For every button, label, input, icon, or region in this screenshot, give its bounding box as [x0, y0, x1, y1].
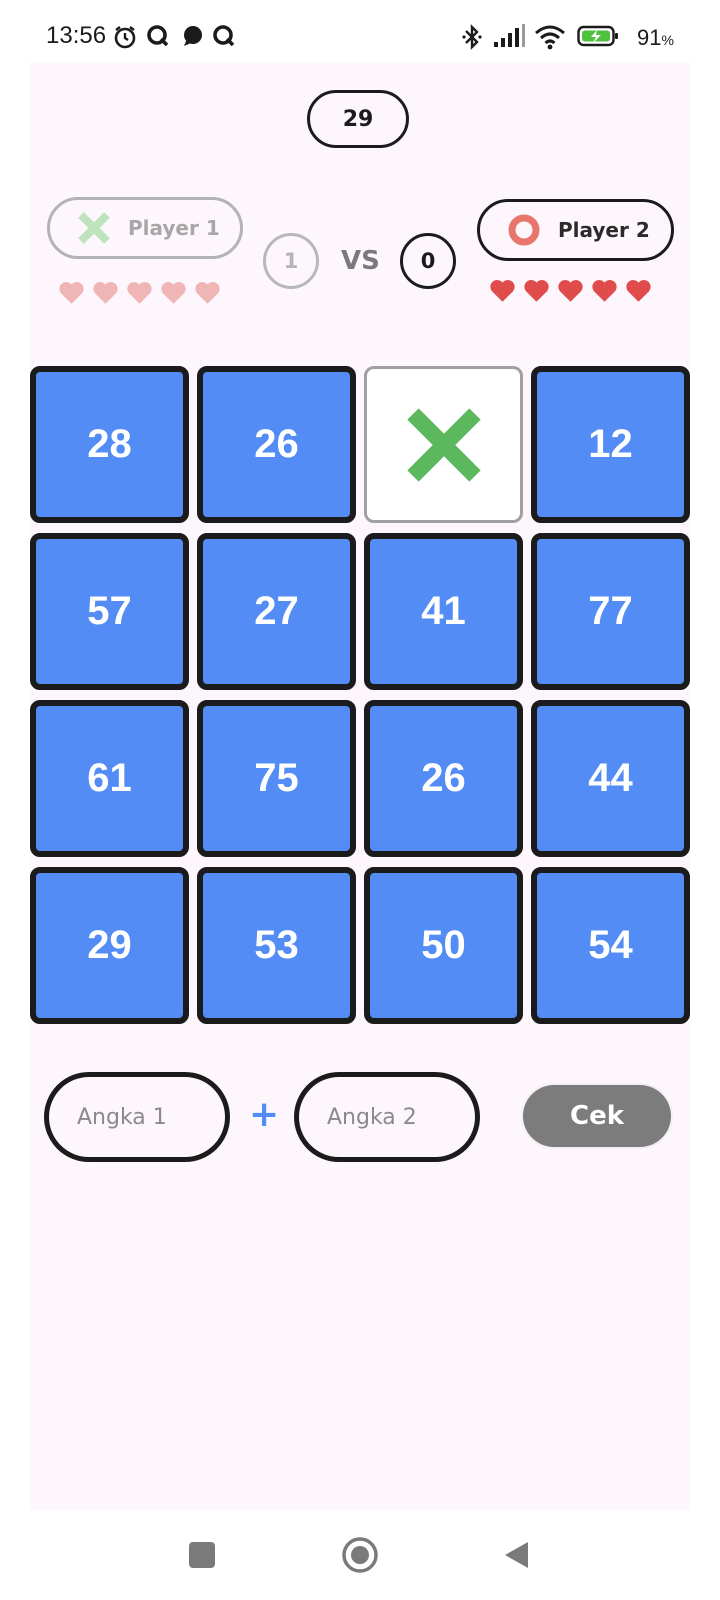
status-time: 13:56 [46, 22, 107, 49]
back-button[interactable] [496, 1535, 536, 1575]
heart-icon [93, 282, 118, 304]
player2-name: Player 2 [558, 218, 650, 242]
grid-cell[interactable]: 26 [364, 700, 523, 857]
heart-icon [558, 280, 583, 302]
back-triangle-icon [505, 1542, 528, 1568]
countdown-timer: 29 [307, 90, 409, 148]
heart-icon [127, 282, 152, 304]
player1-lives [58, 280, 221, 305]
chat-bubble-icon [180, 24, 204, 52]
grid-cell[interactable]: 26 [197, 366, 356, 523]
player1-name: Player 1 [128, 216, 220, 240]
grid-cell[interactable]: 54 [531, 867, 690, 1024]
grid-cell[interactable]: 77 [531, 533, 690, 690]
wifi-icon [534, 24, 566, 54]
battery-charging-icon [577, 24, 619, 52]
heart-icon [59, 282, 84, 304]
grid-cell[interactable]: 61 [30, 700, 189, 857]
grid-cell[interactable]: 28 [30, 366, 189, 523]
status-bar: 13:56 91% [0, 0, 720, 62]
player2-badge: Player 2 [477, 199, 674, 261]
heart-icon [490, 280, 515, 302]
alarm-icon [112, 24, 138, 54]
heart-icon [524, 280, 549, 302]
grid-cell[interactable]: 50 [364, 867, 523, 1024]
recents-button[interactable] [182, 1535, 222, 1575]
q-app-icon [212, 24, 236, 52]
player2-score: 0 [400, 233, 456, 289]
plus-sign: + [249, 1094, 280, 1135]
bluetooth-icon [461, 24, 483, 54]
heart-icon [592, 280, 617, 302]
battery-percent: 91% [637, 25, 674, 50]
grid-cell[interactable]: 41 [364, 533, 523, 690]
grid-cell[interactable]: 12 [531, 366, 690, 523]
number-grid: 28 26 12 57 27 41 77 61 75 26 44 29 53 5… [30, 366, 693, 1024]
angka1-input[interactable] [44, 1072, 230, 1162]
grid-cell[interactable]: 29 [30, 867, 189, 1024]
heart-icon [161, 282, 186, 304]
grid-cell[interactable]: 57 [30, 533, 189, 690]
timer-value: 29 [342, 106, 374, 132]
circle-icon [504, 210, 544, 250]
grid-cell[interactable]: 44 [531, 700, 690, 857]
check-button[interactable]: Cek [523, 1085, 671, 1147]
player1-score: 1 [263, 233, 319, 289]
player2-lives [489, 278, 652, 303]
heart-icon [195, 282, 220, 304]
grid-cell[interactable]: 27 [197, 533, 356, 690]
vs-label: VS [341, 246, 380, 276]
q-app-icon [146, 24, 170, 52]
heart-icon [626, 280, 651, 302]
x-icon [74, 208, 114, 248]
signal-icon [493, 24, 525, 52]
grid-cell-marked [364, 366, 523, 523]
angka2-input[interactable] [294, 1072, 480, 1162]
grid-cell[interactable]: 53 [197, 867, 356, 1024]
x-mark-icon [406, 407, 481, 482]
home-circle-icon [342, 1537, 378, 1573]
home-button[interactable] [340, 1535, 380, 1575]
grid-cell[interactable]: 75 [197, 700, 356, 857]
square-icon [189, 1542, 215, 1568]
player1-badge: Player 1 [47, 197, 243, 259]
